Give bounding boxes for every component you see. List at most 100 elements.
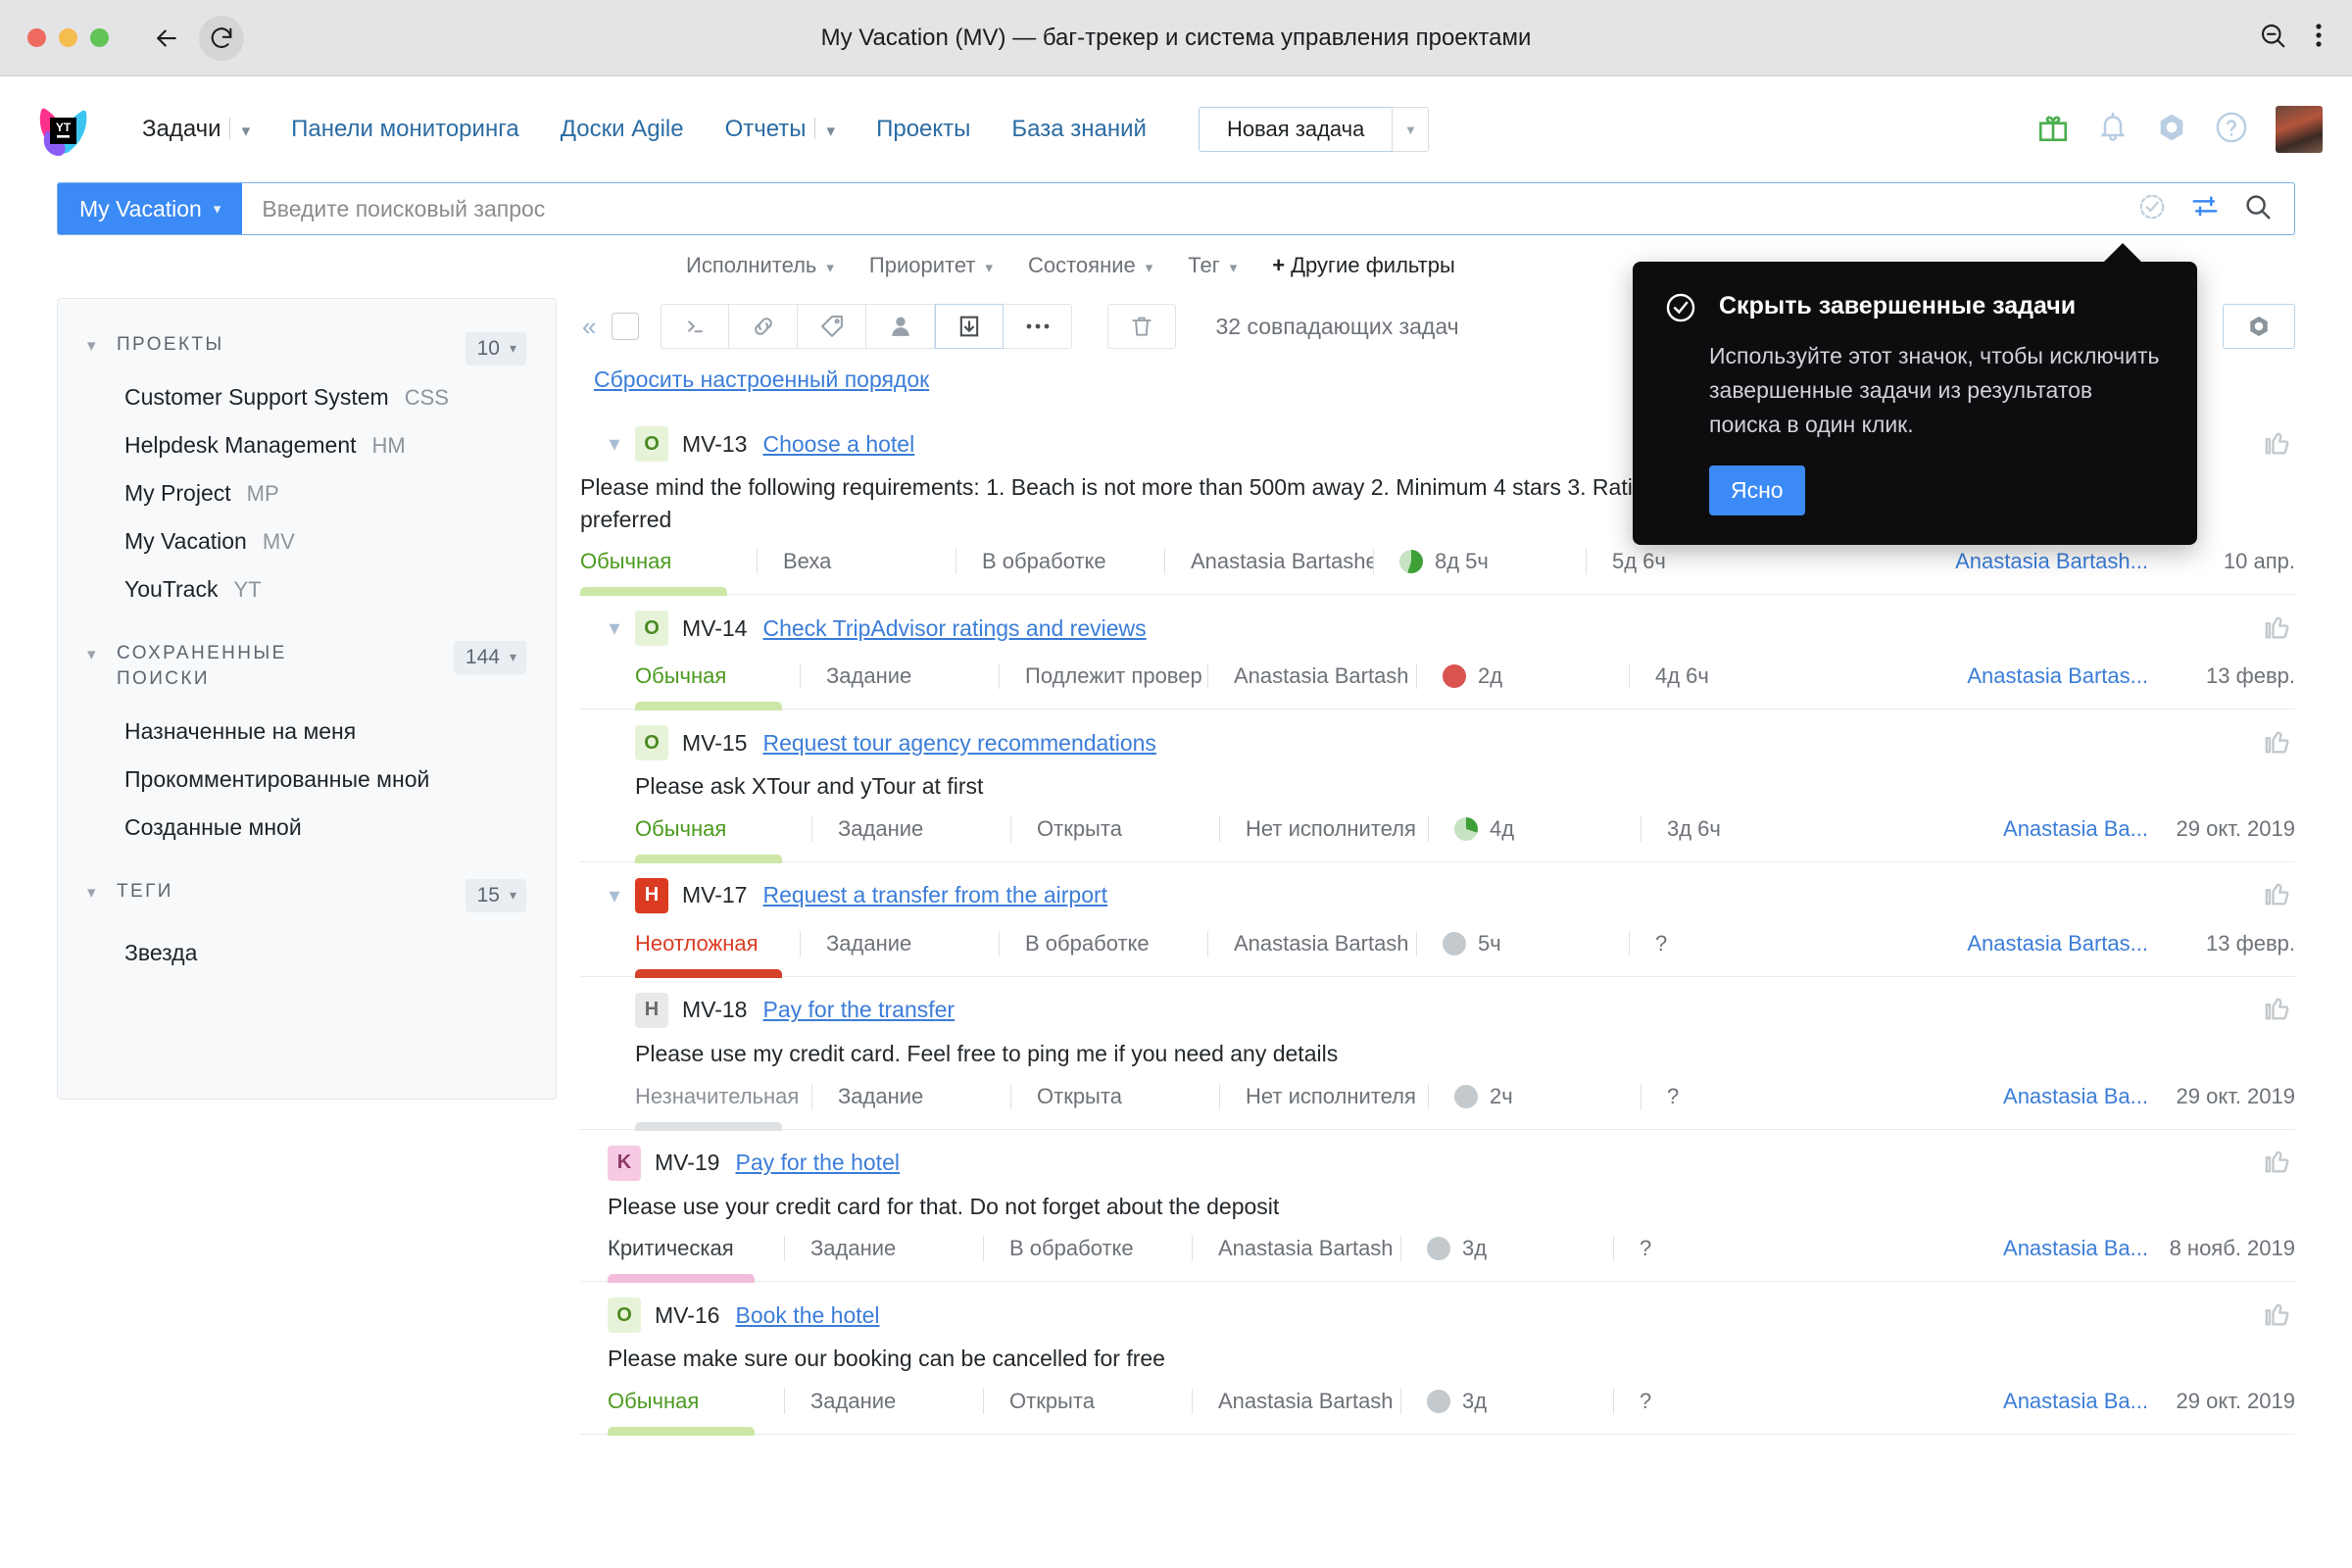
vote-thumbs-up-icon[interactable]: [2260, 991, 2293, 1029]
sidebar-section-tags-header[interactable]: ▾ Теги 15 ▾: [87, 852, 526, 913]
new-task-dropdown-caret-icon[interactable]: ▼: [1392, 107, 1430, 152]
bell-icon[interactable]: [2097, 112, 2129, 148]
chevron-down-icon[interactable]: ▾: [87, 879, 117, 903]
issue-state[interactable]: В обработке: [982, 549, 1164, 574]
issue-title[interactable]: Request tour agency recommendations: [762, 730, 1155, 757]
sidebar-section-count[interactable]: 144 ▾: [453, 641, 526, 674]
issue-assignee[interactable]: Anastasia Bartash: [1218, 1236, 1400, 1261]
table-row[interactable]: ▾ H MV-17 Request a transfer from the ai…: [580, 862, 2295, 978]
chevron-down-icon[interactable]: ▾: [510, 340, 516, 357]
search-icon[interactable]: [2243, 192, 2273, 226]
table-row[interactable]: H MV-18 Pay for the transfer Please use …: [580, 977, 2295, 1131]
hide-resolved-icon[interactable]: [2137, 192, 2167, 226]
chevron-down-icon[interactable]: ▾: [985, 260, 993, 276]
user-icon[interactable]: [866, 304, 936, 349]
issue-state[interactable]: Открыта: [1037, 816, 1219, 842]
nav-item-issues[interactable]: Задачи ▾: [122, 116, 270, 143]
chevron-down-icon[interactable]: ▾: [826, 260, 834, 276]
table-row[interactable]: O MV-15 Request tour agency recommendati…: [580, 710, 2295, 863]
issue-spent-time[interactable]: 3д 6ч: [1667, 816, 1922, 842]
chevron-down-icon[interactable]: ▾: [242, 122, 251, 141]
issue-estimate[interactable]: 2д: [1443, 663, 1629, 689]
sidebar-item-my-project[interactable]: My Project MP: [87, 469, 526, 517]
issue-id[interactable]: MV-19: [655, 1150, 719, 1176]
issue-spent-time[interactable]: ?: [1640, 1389, 1894, 1414]
filter-settings-icon[interactable]: [2190, 192, 2220, 226]
sidebar-item-youtrack[interactable]: YouTrack YT: [87, 565, 526, 613]
tooltip-ok-button[interactable]: Ясно: [1709, 465, 1805, 515]
issue-assignee[interactable]: Anastasia Bartash: [1234, 931, 1416, 956]
search-input[interactable]: [242, 183, 2137, 234]
table-row[interactable]: ▾ O MV-14 Check TripAdvisor ratings and …: [580, 595, 2295, 711]
hexagon-icon[interactable]: [2156, 112, 2187, 148]
chevron-down-icon[interactable]: ▾: [827, 122, 836, 141]
sidebar-item-customer-support-system[interactable]: Customer Support System CSS: [87, 373, 526, 421]
chevron-down-icon[interactable]: ▾: [87, 641, 117, 664]
filter-priority[interactable]: Приоритет ▾: [869, 253, 993, 278]
issue-id[interactable]: MV-17: [682, 882, 747, 908]
search-context-selector[interactable]: My Vacation ▾: [58, 183, 243, 234]
trash-icon[interactable]: [1107, 304, 1177, 349]
filter-state[interactable]: Состояние ▾: [1028, 253, 1152, 278]
collapse-left-icon[interactable]: «: [580, 312, 612, 342]
chevron-down-icon[interactable]: ▾: [510, 887, 516, 904]
issue-estimate[interactable]: 3д: [1427, 1236, 1613, 1261]
filter-tag[interactable]: Тег ▾: [1188, 253, 1237, 278]
issue-estimate[interactable]: 5ч: [1443, 931, 1629, 956]
issue-id[interactable]: MV-18: [682, 997, 747, 1023]
issue-state[interactable]: Открыта: [1037, 1084, 1219, 1109]
reload-icon[interactable]: [199, 15, 244, 61]
issue-type[interactable]: Задание: [810, 1389, 983, 1414]
chevron-down-icon[interactable]: ▾: [214, 200, 221, 218]
filter-assignee[interactable]: Исполнитель ▾: [686, 253, 834, 278]
move-to-icon[interactable]: [935, 304, 1004, 349]
issue-type[interactable]: Задание: [826, 931, 999, 956]
expand-collapse-icon[interactable]: ▾: [580, 883, 635, 908]
youtrack-logo-icon[interactable]: YT: [35, 101, 92, 158]
issue-estimate[interactable]: 4д: [1454, 816, 1641, 842]
sidebar-item-helpdesk-management[interactable]: Helpdesk Management HM: [87, 421, 526, 469]
chevron-down-icon[interactable]: ▾: [1146, 260, 1153, 276]
minimize-window-button[interactable]: [59, 28, 77, 47]
sidebar-section-saved-searches-header[interactable]: ▾ Сохраненные поиски 144 ▾: [87, 613, 526, 691]
issue-title[interactable]: Pay for the hotel: [735, 1150, 900, 1176]
issue-title[interactable]: Pay for the transfer: [762, 997, 955, 1023]
issue-id[interactable]: MV-16: [655, 1302, 719, 1329]
sidebar-item-created-by-me[interactable]: Созданные мной: [87, 804, 526, 852]
chevron-down-icon[interactable]: ▾: [87, 332, 117, 356]
sidebar-item-assigned-to-me[interactable]: Назначенные на меня: [87, 699, 526, 756]
zoom-out-icon[interactable]: [2258, 21, 2287, 55]
sidebar-item-commented-by-me[interactable]: Прокомментированные мной: [87, 756, 526, 804]
vote-thumbs-up-icon[interactable]: [2260, 724, 2293, 762]
issue-assignee[interactable]: Нет исполнителя: [1246, 816, 1428, 842]
nav-item-projects[interactable]: Проекты: [856, 116, 991, 143]
issue-type[interactable]: Задание: [838, 1084, 1010, 1109]
back-arrow-icon[interactable]: [144, 16, 189, 61]
issue-title[interactable]: Request a transfer from the airport: [762, 882, 1107, 908]
vote-thumbs-up-icon[interactable]: [2260, 876, 2293, 914]
issue-reporter[interactable]: Anastasia Bartas...: [1910, 931, 2148, 956]
issue-reporter[interactable]: Anastasia Ba...: [1922, 816, 2148, 842]
sidebar-section-projects-header[interactable]: ▾ Проекты 10 ▾: [87, 326, 526, 366]
issue-title[interactable]: Choose a hotel: [762, 431, 914, 458]
issue-type[interactable]: Задание: [838, 816, 1010, 842]
filter-more[interactable]: + Другие фильтры: [1272, 253, 1455, 278]
gift-icon[interactable]: [2036, 111, 2070, 149]
close-window-button[interactable]: [27, 28, 46, 47]
issue-estimate[interactable]: 2ч: [1454, 1084, 1641, 1109]
issue-type[interactable]: Веха: [783, 549, 956, 574]
hide-resolved-tooltip[interactable]: Скрыть завершенные задачи Используйте эт…: [1633, 243, 2197, 545]
issue-assignee[interactable]: Anastasia Bartash: [1234, 663, 1416, 689]
issue-priority[interactable]: Обычная: [608, 1389, 784, 1436]
issue-state[interactable]: Подлежит провер: [1025, 663, 1207, 689]
kebab-menu-icon[interactable]: [2315, 21, 2323, 55]
vote-thumbs-up-icon[interactable]: [2260, 610, 2293, 648]
issue-title[interactable]: Check TripAdvisor ratings and reviews: [762, 615, 1146, 642]
issue-state[interactable]: Открыта: [1009, 1389, 1192, 1414]
issue-reporter[interactable]: Anastasia Ba...: [1922, 1084, 2148, 1109]
nav-item-agile-boards[interactable]: Доски Agile: [540, 116, 705, 143]
table-row[interactable]: K MV-19 Pay for the hotel Please use you…: [580, 1130, 2295, 1284]
tag-icon[interactable]: [798, 304, 867, 349]
issue-spent-time[interactable]: 5д 6ч: [1612, 549, 1867, 574]
issue-type[interactable]: Задание: [810, 1236, 983, 1261]
